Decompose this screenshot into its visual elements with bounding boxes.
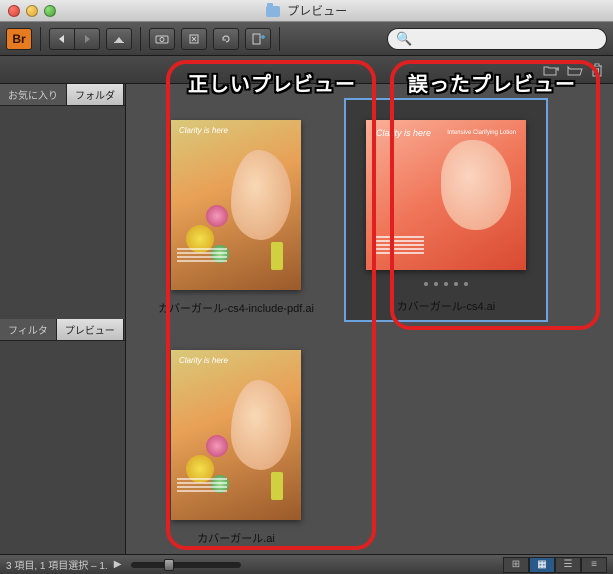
main-toolbar: Br 🔍	[0, 22, 613, 56]
thumbnail-size-slider[interactable]	[131, 562, 241, 568]
camera-button[interactable]	[149, 28, 175, 50]
minimize-window-button[interactable]	[26, 5, 38, 17]
sidebar: お気に入り フォルダ フィルタ プレビュー	[0, 84, 126, 554]
refine-button[interactable]	[181, 28, 207, 50]
thumbnail-item[interactable]: Clarity is here カバーガール-cs4-include-pdf.a…	[136, 100, 336, 320]
search-icon: 🔍	[396, 31, 412, 47]
tab-filter[interactable]: フィルタ	[0, 319, 57, 340]
toolbar-divider	[140, 27, 141, 51]
folder-icon	[266, 6, 280, 17]
forward-button[interactable]	[74, 28, 100, 50]
tab-folders[interactable]: フォルダ	[67, 84, 124, 105]
view-grid-button[interactable]: ▦	[529, 557, 555, 573]
back-button[interactable]	[49, 28, 75, 50]
window-title-text: プレビュー	[287, 4, 347, 18]
status-text: 3 項目, 1 項目選択 – 1.	[6, 557, 108, 572]
thumbnail-filename: カバーガール-cs4.ai	[391, 296, 501, 318]
sidebar-tabrow-2: フィルタ プレビュー	[0, 319, 125, 341]
workspace: お気に入り フォルダ フィルタ プレビュー Clarity is here	[0, 84, 613, 554]
secondary-iconbar	[0, 56, 613, 84]
traffic-lights	[0, 5, 56, 17]
sidebar-tabrow-1: お気に入り フォルダ	[0, 84, 125, 106]
view-list-button[interactable]: ≡	[581, 557, 607, 573]
artwork-subhead: Intensive Clarifying Lotion	[447, 130, 516, 136]
window-title: プレビュー	[0, 2, 613, 19]
nav-buttons	[49, 28, 100, 50]
toolbar-divider	[40, 27, 41, 51]
trash-icon[interactable]	[591, 63, 603, 77]
titlebar: プレビュー	[0, 0, 613, 22]
reveal-button[interactable]	[106, 28, 132, 50]
new-doc-button[interactable]	[245, 28, 271, 50]
preview-panel[interactable]	[0, 341, 125, 554]
tab-preview[interactable]: プレビュー	[57, 319, 124, 340]
search-input[interactable]	[416, 33, 598, 45]
chevron-right-icon[interactable]: ▶	[114, 559, 122, 570]
view-detail-button[interactable]: ☰	[555, 557, 581, 573]
thumbnail-grid: Clarity is here カバーガール-cs4-include-pdf.a…	[126, 84, 613, 554]
artwork-headline: Clarity is here	[179, 356, 228, 365]
tab-favorites[interactable]: お気に入り	[0, 84, 67, 105]
artwork-headline: Clarity is here	[179, 126, 228, 135]
thumbnail-item[interactable]: Clarity is here Intensive Clarifying Lot…	[346, 100, 546, 320]
app-logo[interactable]: Br	[6, 28, 32, 50]
statusbar: 3 項目, 1 項目選択 – 1. ▶ ⊞ ▦ ☰ ≡	[0, 554, 613, 574]
rotate-button[interactable]	[213, 28, 239, 50]
content-area[interactable]: Clarity is here カバーガール-cs4-include-pdf.a…	[126, 84, 613, 554]
toolbar-divider	[279, 27, 280, 51]
view-grid-lock-button[interactable]: ⊞	[503, 557, 529, 573]
close-window-button[interactable]	[8, 5, 20, 17]
thumbnail-preview: Clarity is here Intensive Clarifying Lot…	[366, 120, 526, 270]
thumbnail-preview: Clarity is here	[171, 120, 301, 290]
thumbnail-filename: カバーガール-cs4-include-pdf.ai	[152, 298, 320, 320]
search-field[interactable]: 🔍	[387, 28, 607, 50]
thumbnail-preview: Clarity is here	[171, 350, 301, 520]
folders-panel[interactable]	[0, 106, 125, 319]
thumbnail-item[interactable]: Clarity is here カバーガール.ai	[136, 330, 336, 550]
thumbnail-filename: カバーガール.ai	[191, 528, 281, 550]
rating-dots[interactable]	[424, 282, 468, 286]
zoom-window-button[interactable]	[44, 5, 56, 17]
new-folder-icon[interactable]	[543, 64, 559, 76]
slider-knob[interactable]	[164, 559, 174, 571]
view-mode-buttons: ⊞ ▦ ☰ ≡	[503, 557, 607, 573]
artwork-headline: Clarity is here	[376, 128, 431, 138]
open-icon[interactable]	[567, 64, 583, 76]
